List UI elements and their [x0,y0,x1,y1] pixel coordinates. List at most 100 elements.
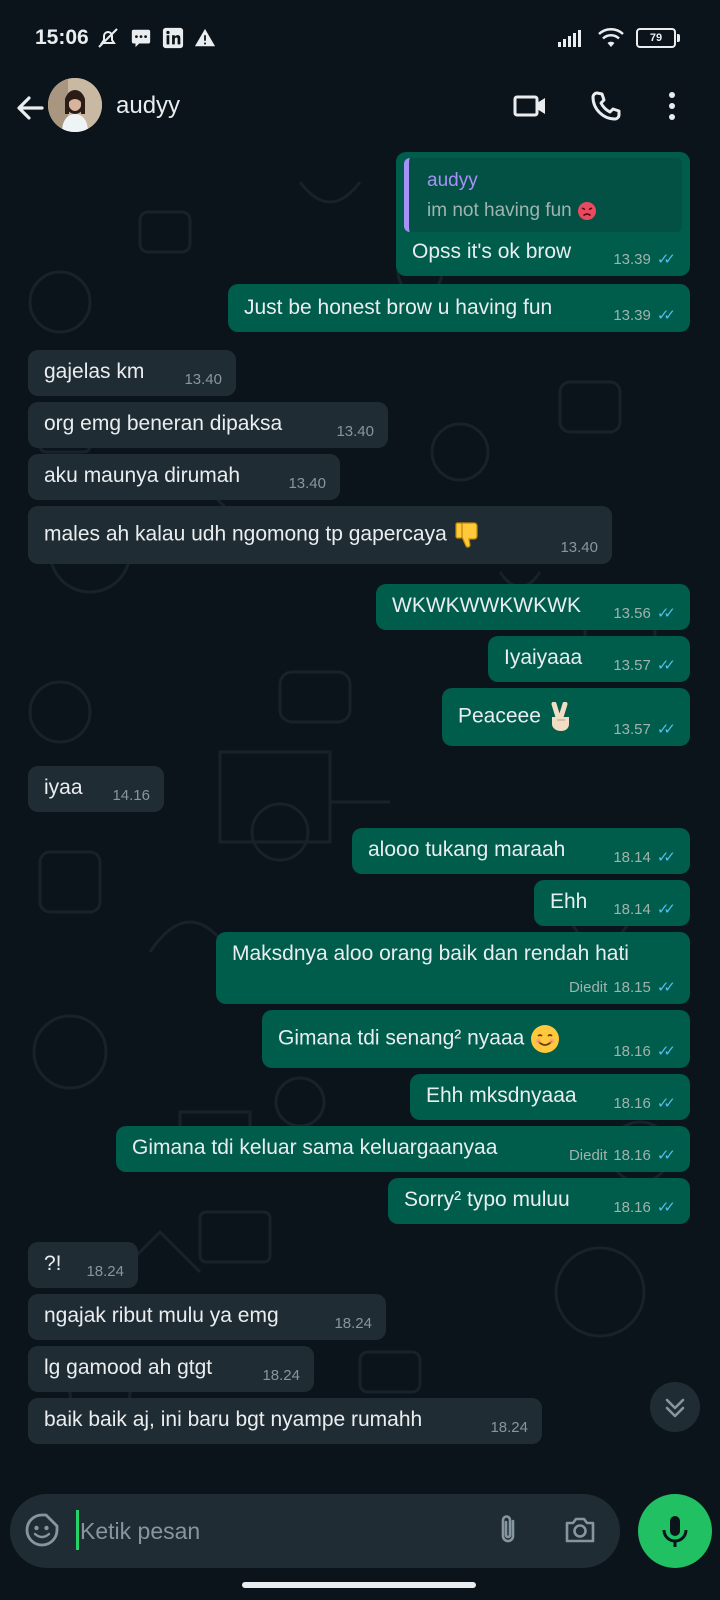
read-ticks-icon: ✓✓ [656,251,676,268]
message-bubble-incoming[interactable]: lg gamood ah gtgt 18.24 [28,1346,314,1392]
message-bubble-outgoing[interactable]: Iyaiyaaa 13.57 ✓✓ [488,636,690,682]
message-text: WKWKWWKWKWK [392,594,581,617]
message-time: 18.16 [613,1042,651,1060]
scroll-to-bottom-button[interactable] [650,1382,700,1432]
message-bubble-outgoing[interactable]: WKWKWWKWKWK 13.56 ✓✓ [376,584,690,630]
message-time: 13.40 [560,539,598,556]
message-text: Peaceee [458,702,575,732]
more-vert-icon[interactable] [652,86,692,126]
notification-icons [96,26,216,50]
video-call-icon[interactable] [510,86,550,126]
read-ticks-icon: ✓✓ [656,849,676,866]
linkedin-icon [162,27,184,49]
message-bubble-outgoing[interactable]: Gimana tdi senang² nyaaa 18.16 ✓✓ [262,1010,690,1068]
message-text: lg gamood ah gtgt [44,1356,213,1379]
victory-hand-emoji-icon [551,702,569,731]
message-bubble-outgoing[interactable]: audyy im not having fun Opss it's ok bro… [396,152,690,276]
message-input[interactable] [78,1508,482,1554]
voice-call-icon[interactable] [586,86,626,126]
message-bubble-incoming[interactable]: ngajak ribut mulu ya emg 18.24 [28,1294,386,1340]
message-time: 13.40 [288,475,326,492]
message-text: org emg beneran dipaksa [44,412,283,435]
read-ticks-icon: ✓✓ [656,605,676,622]
message-bubble-incoming[interactable]: males ah kalau udh ngomong tp gapercaya … [28,506,612,564]
attachment-icon[interactable] [490,1512,526,1548]
message-text: gajelas km [44,360,145,383]
message-text: Gimana tdi keluar sama keluargaanyaa [132,1136,498,1159]
message-text: Ehh mksdnyaaa [426,1084,577,1107]
voice-message-button[interactable] [638,1494,712,1568]
signal-icon [558,30,581,47]
quoted-message[interactable]: audyy im not having fun [404,158,682,232]
alert-icon [194,28,216,47]
message-bubble-incoming[interactable]: aku maunya dirumah 13.40 [28,454,340,500]
home-gesture-handle[interactable] [242,1582,476,1588]
message-time: 18.24 [86,1263,124,1280]
message-text: Opss it's ok brow [412,240,572,263]
read-ticks-icon: ✓✓ [656,307,676,324]
system-icons: 79 [558,26,680,50]
message-time: 13.40 [184,371,222,388]
message-time: 18.24 [262,1367,300,1384]
message-meta: 13.57 ✓✓ [613,720,676,739]
message-meta: 18.24 [334,1315,372,1332]
camera-icon[interactable] [562,1512,598,1548]
message-time: 18.16 [613,1146,651,1164]
message-bubble-outgoing[interactable]: Gimana tdi keluar sama keluargaanyaa Die… [116,1126,690,1172]
message-bubble-incoming[interactable]: iyaa 14.16 [28,766,164,812]
quoted-sender: audyy [427,170,478,191]
message-bubble-outgoing[interactable]: Sorry² typo muluu 18.16 ✓✓ [388,1178,690,1224]
message-bubble-incoming[interactable]: gajelas km 13.40 [28,350,236,396]
message-composer [10,1494,620,1568]
message-bubble-incoming[interactable]: org emg beneran dipaksa 13.40 [28,402,388,448]
message-bubble-outgoing[interactable]: Ehh 18.14 ✓✓ [534,880,690,926]
message-bubble-incoming[interactable]: ?! 18.24 [28,1242,138,1288]
double-chevron-down-icon [665,1398,685,1418]
message-meta: 13.56 ✓✓ [613,604,676,623]
message-time: 18.24 [490,1419,528,1436]
message-text: males ah kalau udh ngomong tp gapercaya [44,520,483,550]
read-ticks-icon: ✓✓ [656,1199,676,1216]
message-text: iyaa [44,776,83,799]
message-bubble-outgoing[interactable]: alooo tukang maraah 18.14 ✓✓ [352,828,690,874]
sticker-icon[interactable] [24,1512,60,1548]
message-text: Iyaiyaaa [504,646,583,669]
read-ticks-icon: ✓✓ [656,1043,676,1060]
read-ticks-icon: ✓✓ [656,1147,676,1164]
quoted-text: im not having fun [427,200,597,222]
message-time: 18.14 [613,900,651,918]
message-icon [131,29,151,48]
message-meta: 13.40 [184,371,222,388]
message-bubble-outgoing[interactable]: Peaceee 13.57 ✓✓ [442,688,690,746]
message-bubble-outgoing[interactable]: Just be honest brow u having fun 13.39 ✓✓ [228,284,690,332]
message-bubble-incoming[interactable]: baik baik aj, ini baru bgt nyampe rumahh… [28,1398,542,1444]
message-meta: 18.24 [490,1419,528,1436]
message-text: Sorry² typo muluu [404,1188,570,1211]
message-bubble-outgoing[interactable]: Ehh mksdnyaaa 18.16 ✓✓ [410,1074,690,1120]
message-bubble-outgoing[interactable]: Maksdnya aloo orang baik dan rendah hati… [216,932,690,1004]
message-list[interactable]: audyy im not having fun Opss it's ok bro… [0,152,720,1464]
read-ticks-icon: ✓✓ [656,901,676,918]
message-meta: 18.24 [262,1367,300,1384]
contact-name[interactable]: audyy [116,92,180,120]
smiling-face-emoji-icon [531,1025,560,1053]
message-meta: 14.16 [112,787,150,804]
message-time: 13.39 [613,306,651,324]
microphone-icon [662,1516,688,1547]
system-nav-bar [0,1568,720,1600]
message-meta: 18.16 ✓✓ [613,1042,676,1061]
status-time: 15:06 [35,26,89,49]
avatar[interactable] [48,78,102,132]
back-arrow-icon[interactable] [10,88,50,128]
message-text: ?! [44,1252,62,1275]
message-meta: 18.24 [86,1263,124,1280]
message-text: Maksdnya aloo orang baik dan rendah hati [232,942,629,965]
message-meta: 13.40 [288,475,326,492]
chat-header: audyy [0,76,720,152]
message-meta: 18.14 ✓✓ [613,848,676,867]
read-ticks-icon: ✓✓ [656,1095,676,1112]
message-text: ngajak ribut mulu ya emg [44,1304,279,1327]
message-meta: Diedit 18.16 ✓✓ [569,1146,676,1165]
mute-bell-icon [98,28,118,48]
message-text: Gimana tdi senang² nyaaa [278,1024,560,1054]
